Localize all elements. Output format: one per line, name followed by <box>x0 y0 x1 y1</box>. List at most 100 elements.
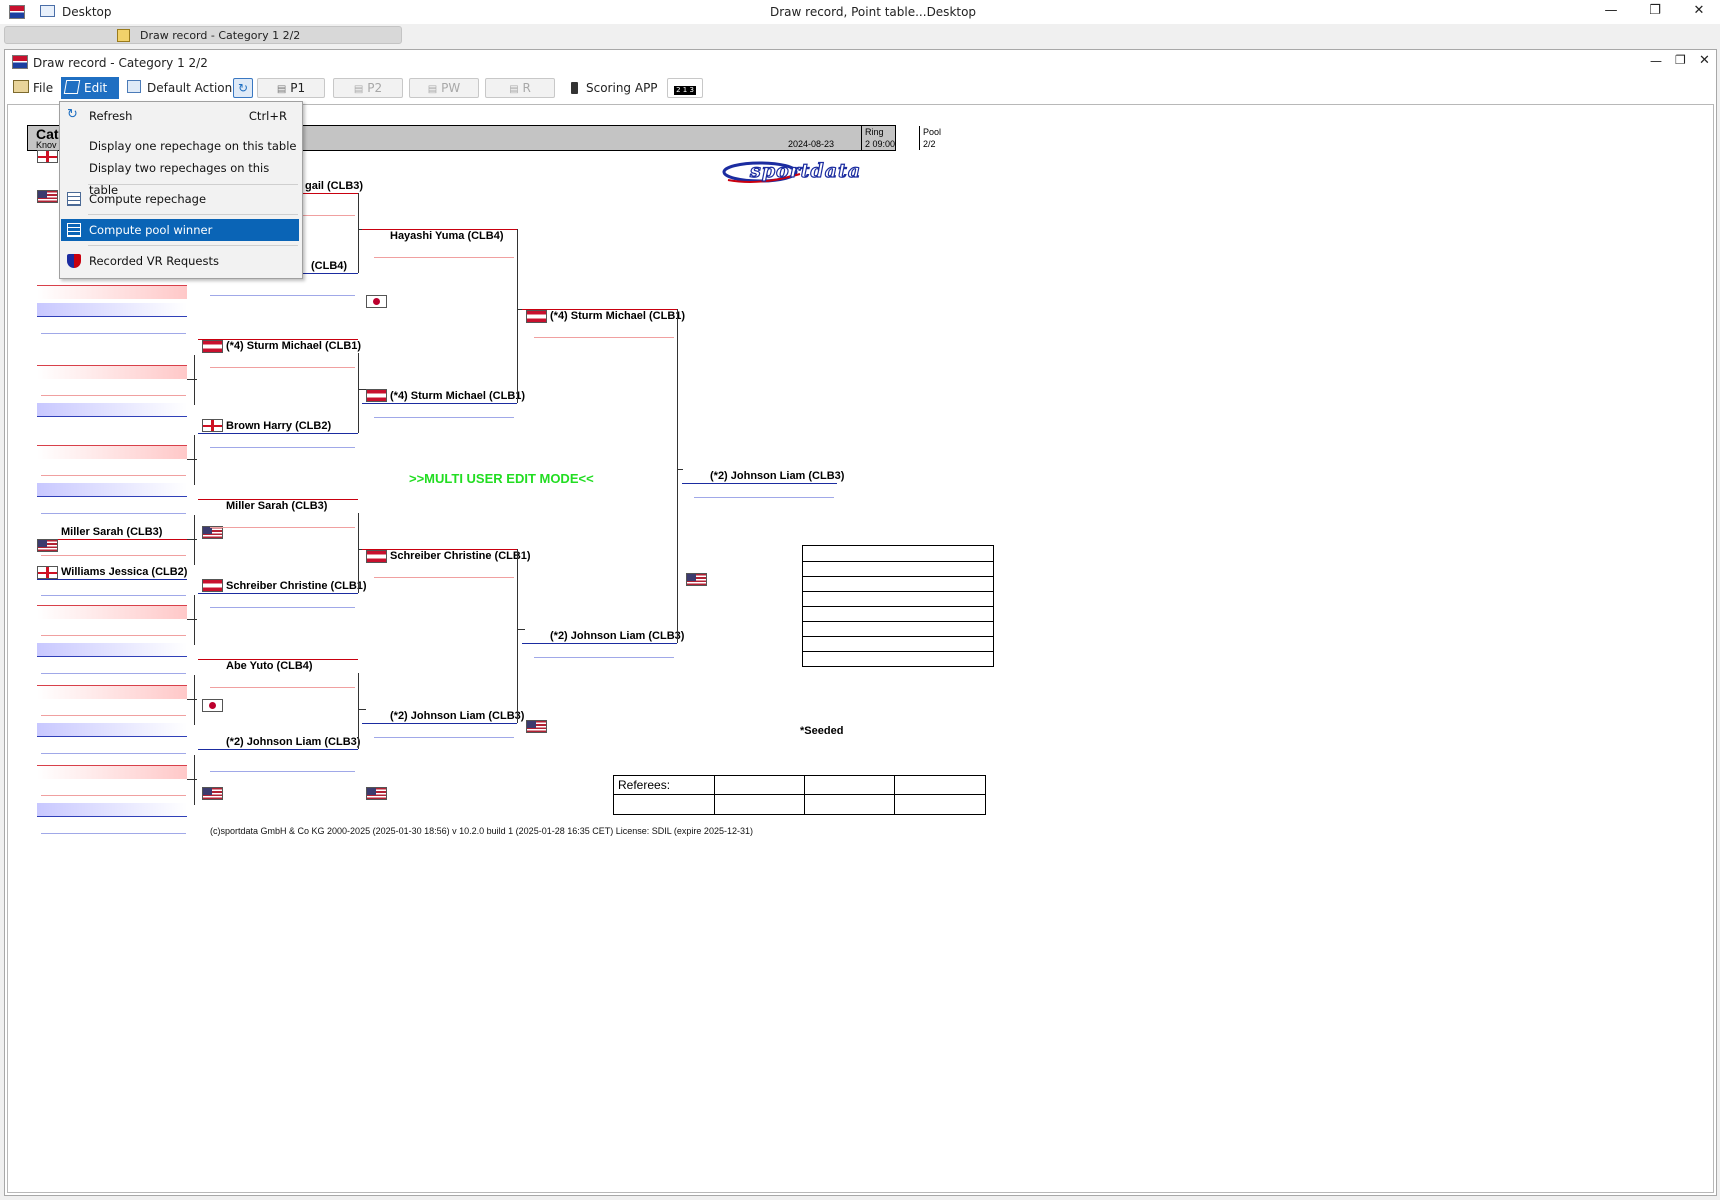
competitor-name[interactable]: Schreiber Christine (CLB1) <box>390 549 531 563</box>
default-action-icon <box>127 80 141 93</box>
empty-red-slot[interactable] <box>37 365 187 379</box>
flag-jpn-icon <box>202 699 223 712</box>
flag-aut-icon <box>202 340 223 353</box>
pw-button[interactable]: ▤ PW <box>409 78 479 98</box>
inner-title-bar: Draw record - Category 1 2/2 — ❐ ✕ <box>5 50 1716 76</box>
copyright-footer: (c)sportdata GmbH & Co KG 2000-2025 (202… <box>210 826 753 836</box>
flag-aut-icon <box>366 550 387 563</box>
empty-red-slot[interactable] <box>37 685 187 699</box>
multi-user-edit-mode-label: >>MULTI USER EDIT MODE<< <box>409 471 594 486</box>
p1-button[interactable]: ▤ P1 <box>257 78 325 98</box>
menu-separator <box>88 245 298 246</box>
menu-item-compute-pool-winner[interactable]: Compute pool winner <box>61 219 299 241</box>
app-logo-icon <box>9 5 25 19</box>
slot-underline <box>210 771 355 772</box>
bracket-connector <box>358 673 359 749</box>
menu-item-compute-repechage[interactable]: Compute repechage <box>61 188 299 210</box>
slot-underline <box>534 657 674 658</box>
r-button[interactable]: ▤ R <box>485 78 555 98</box>
referees-table: Referees: <box>613 775 986 815</box>
inner-close-button[interactable]: ✕ <box>1699 53 1710 68</box>
menu-item-recorded-vr-requests[interactable]: Recorded VR Requests <box>61 250 299 272</box>
podium-button[interactable]: 2 1 3 <box>667 78 703 98</box>
edit-dropdown-menu: ↻ Refresh Ctrl+R Display one repechage o… <box>59 101 303 279</box>
competitor-name[interactable]: (*2) Johnson Liam (CLB3) <box>550 629 684 643</box>
pool-label: Pool <box>923 127 942 137</box>
results-row <box>803 651 993 652</box>
competitor-name[interactable]: Williams Jessica (CLB2) <box>61 565 187 579</box>
results-row <box>803 561 993 562</box>
table-divider <box>894 776 895 814</box>
empty-blue-slot[interactable] <box>37 483 187 497</box>
competitor-name[interactable]: Brown Harry (CLB2) <box>226 419 331 433</box>
flag-usa-icon <box>366 787 387 800</box>
competitor-name[interactable]: Schreiber Christine (CLB1) <box>226 579 367 593</box>
logo-text: sportdata <box>749 159 862 182</box>
scoring-app-label: Scoring APP <box>586 81 658 95</box>
default-action-label: Default Action <box>147 81 233 95</box>
table-icon <box>67 223 81 237</box>
flag-eng-icon <box>37 150 58 163</box>
menu-item-shortcut: Ctrl+R <box>248 109 287 123</box>
file-menu[interactable]: File <box>9 77 57 99</box>
toolbar: File Edit Default Action ↻ ▤ P1 ▤ P2 ▤ P… <box>5 76 1716 102</box>
p2-button[interactable]: ▤ P2 <box>333 78 403 98</box>
desktop-icon <box>40 5 55 17</box>
table-divider <box>614 794 985 795</box>
restore-button[interactable]: ❐ <box>1632 0 1678 24</box>
competitor-name[interactable]: Miller Sarah (CLB3) <box>61 525 162 539</box>
empty-blue-slot[interactable] <box>37 303 187 317</box>
results-row <box>803 591 993 592</box>
results-row <box>803 621 993 622</box>
empty-red-slot[interactable] <box>37 445 187 459</box>
competitor-name[interactable]: (CLB4) <box>311 259 347 273</box>
podium-icon: 2 1 3 <box>674 86 696 95</box>
winner-name[interactable]: (*2) Johnson Liam (CLB3) <box>710 469 844 483</box>
slot-underline <box>41 715 186 716</box>
flag-usa-icon <box>37 539 58 552</box>
competitor-name[interactable]: (*4) Sturm Michael (CLB1) <box>550 309 685 323</box>
competitor-name[interactable]: (*4) Sturm Michael (CLB1) <box>226 339 361 353</box>
competitor-name[interactable]: Abe Yuto (CLB4) <box>226 659 313 673</box>
bracket-connector <box>517 549 518 723</box>
slot-underline <box>210 447 355 448</box>
outer-window-title: Draw record, Point table...Desktop <box>770 5 977 19</box>
ring-label: Ring <box>865 127 884 137</box>
empty-blue-slot[interactable] <box>37 723 187 737</box>
date-value: 2024-08-23 <box>788 139 835 149</box>
menu-item-display-one-repechage[interactable]: Display one repechage on this table <box>61 135 299 157</box>
empty-blue-slot[interactable] <box>37 643 187 657</box>
menu-item-refresh[interactable]: ↻ Refresh Ctrl+R <box>61 105 299 127</box>
scoring-app-button[interactable]: Scoring APP <box>567 77 662 99</box>
default-action-menu[interactable]: Default Action <box>123 77 236 99</box>
results-table <box>802 545 994 667</box>
empty-blue-slot[interactable] <box>37 403 187 417</box>
refresh-icon: ↻ <box>237 81 249 95</box>
empty-red-slot[interactable] <box>37 765 187 779</box>
menu-item-display-two-repechages[interactable]: Display two repechages on this table <box>61 157 299 197</box>
competitor-name[interactable]: Hayashi Yuma (CLB4) <box>390 229 504 243</box>
competitor-name[interactable]: (*2) Johnson Liam (CLB3) <box>390 709 524 723</box>
task-tab[interactable]: Draw record - Category 1 2/2 <box>4 26 402 44</box>
slot-underline <box>374 257 514 258</box>
empty-red-slot[interactable] <box>37 605 187 619</box>
slot-underline <box>374 737 514 738</box>
inner-minimize-button[interactable]: — <box>1650 54 1662 68</box>
flag-jpn-icon <box>366 295 387 308</box>
competitor-name[interactable]: (*2) Johnson Liam (CLB3) <box>226 735 360 749</box>
referees-label: Referees: <box>618 778 671 792</box>
slot-underline <box>41 475 186 476</box>
refresh-toolbar-button[interactable]: ↻ <box>233 78 253 98</box>
bracket-connector <box>517 229 518 403</box>
empty-red-slot[interactable] <box>37 285 187 299</box>
inner-restore-button[interactable]: ❐ <box>1675 53 1686 67</box>
competitor-name[interactable]: Miller Sarah (CLB3) <box>226 499 327 513</box>
empty-blue-slot[interactable] <box>37 803 187 817</box>
slot-underline <box>41 635 186 636</box>
competitor-name[interactable]: gail (CLB3) <box>305 179 363 193</box>
edit-menu[interactable]: Edit <box>61 77 119 99</box>
bracket-connector <box>194 515 195 565</box>
competitor-name[interactable]: (*4) Sturm Michael (CLB1) <box>390 389 525 403</box>
minimize-button[interactable]: — <box>1588 0 1634 24</box>
close-button[interactable]: ✕ <box>1676 0 1720 24</box>
